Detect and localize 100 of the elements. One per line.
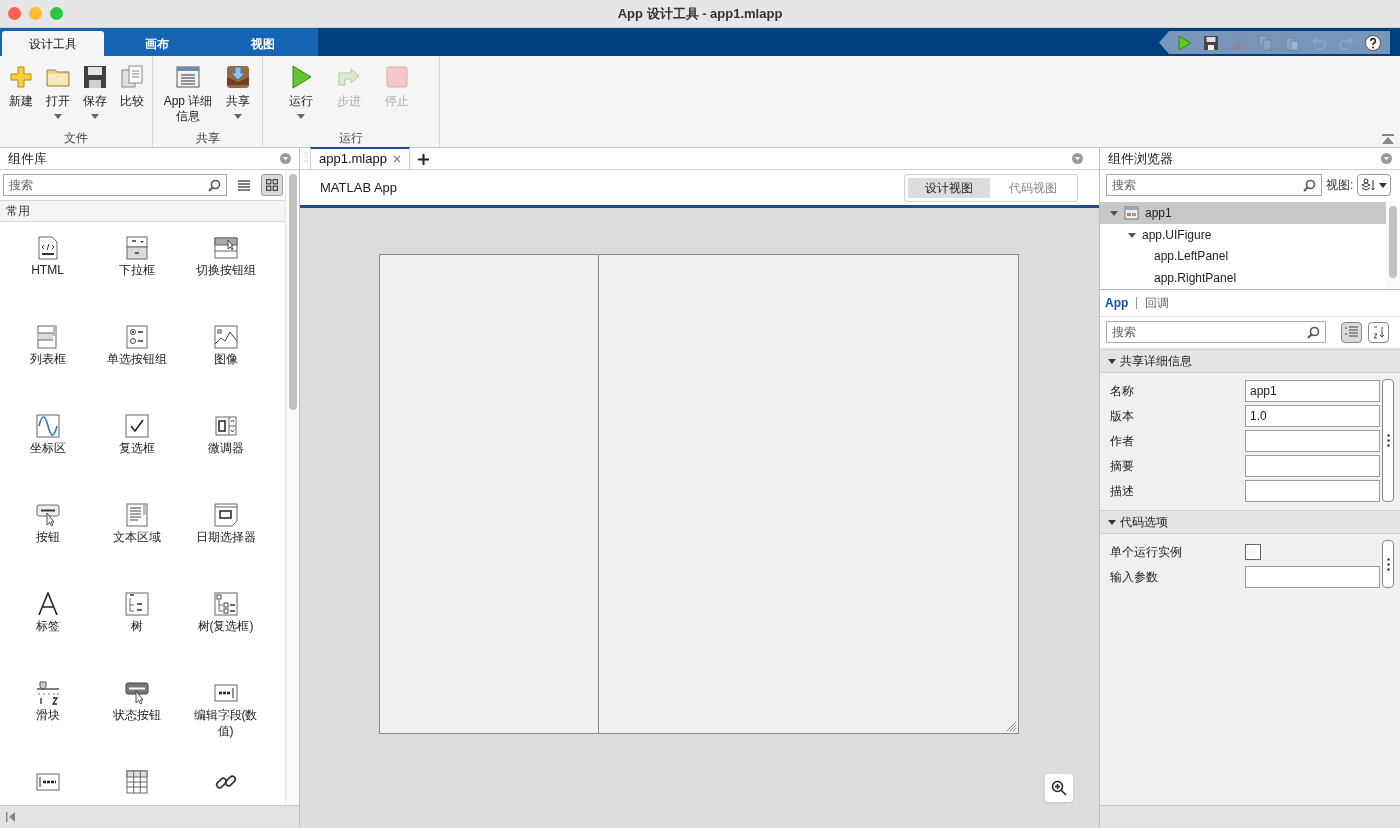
component-item[interactable]: 微调器	[181, 400, 270, 489]
group-label: 运行	[338, 130, 364, 147]
ribbon-button[interactable]: 新建	[2, 65, 39, 129]
view-dropdown[interactable]	[1357, 174, 1392, 196]
scrollbar-thumb[interactable]	[1389, 206, 1397, 278]
ribbon-button[interactable]: 打开	[39, 65, 76, 129]
group-label: 共享	[194, 130, 221, 147]
view-toggle[interactable]: 代码视图	[992, 177, 1074, 198]
scrollbar-thumb[interactable]	[288, 174, 297, 410]
checkbox-icon	[124, 414, 149, 438]
search-icon	[208, 179, 221, 192]
list-box-icon	[35, 325, 60, 349]
group-label: 文件	[63, 130, 89, 147]
tree-item[interactable]: app.UIFigure	[1100, 223, 1386, 246]
numeric-field-icon	[213, 681, 238, 705]
text-field[interactable]: 1.0	[1245, 404, 1380, 427]
copy-icon	[1257, 34, 1273, 51]
maximize-button[interactable]	[50, 7, 63, 20]
text-field-icon	[35, 770, 60, 794]
sine-wave-icon	[35, 414, 60, 438]
caret-icon	[1128, 230, 1136, 239]
text-field[interactable]	[1245, 565, 1380, 588]
caret-icon	[233, 112, 242, 120]
ribbon-tab[interactable]: 画布	[104, 31, 210, 56]
search-field[interactable]: 搜索	[3, 174, 227, 196]
component-item[interactable]: 日期选择器	[181, 489, 270, 578]
component-item[interactable]: 单选按钮组	[92, 311, 181, 400]
window-title: App 设计工具 - app1.mlapp	[616, 4, 784, 23]
property-label: 名称	[1109, 382, 1135, 400]
component-item[interactable]: HTML	[3, 222, 92, 311]
toolbar-button[interactable]	[1202, 33, 1220, 52]
panel-menu-icon	[1072, 152, 1083, 164]
ribbon-tab[interactable]: 设计工具	[2, 31, 104, 56]
component-item[interactable]: 文本区域	[92, 489, 181, 578]
sort-button[interactable]	[1368, 321, 1389, 343]
component-item[interactable]: 图像	[181, 311, 270, 400]
tree-item[interactable]: app1	[1100, 202, 1386, 224]
checkbox[interactable]	[1245, 543, 1261, 560]
view-toggle[interactable]: 设计视图	[908, 177, 990, 198]
paste-icon	[1284, 34, 1300, 51]
dropdown-icon	[124, 236, 149, 260]
text-field[interactable]: app1	[1245, 379, 1380, 402]
close-button[interactable]	[8, 7, 21, 20]
component-item[interactable]: 滑块	[3, 667, 92, 756]
component-item[interactable]: 状态按钮	[92, 667, 181, 756]
tree-item[interactable]: app.LeftPanel	[1100, 245, 1386, 268]
component-item[interactable]: 切换按钮组	[181, 222, 270, 311]
ribbon-button[interactable]: 共享	[219, 65, 256, 129]
grid-view-button[interactable]	[261, 174, 283, 196]
categorized-button[interactable]	[1341, 321, 1362, 343]
component-item[interactable]: 下拉框	[92, 222, 181, 311]
component-item[interactable]: 列表框	[3, 311, 92, 400]
vertical-dots-icon	[1386, 434, 1390, 447]
search-field[interactable]: 搜索	[1106, 174, 1322, 196]
search-field[interactable]: 搜索	[1106, 321, 1326, 343]
zoom-button[interactable]	[1045, 774, 1073, 802]
ribbon-button[interactable]: 运行	[279, 65, 323, 129]
component-item[interactable]: 标签	[3, 578, 92, 667]
component-item[interactable]: 复选框	[92, 400, 181, 489]
component-item[interactable]: 编辑字段(数值)	[181, 667, 270, 756]
ribbon-button[interactable]: App 详细信息	[159, 65, 217, 129]
property-label: 版本	[1109, 407, 1135, 425]
inspector-tab[interactable]: App	[1105, 294, 1129, 312]
table-icon	[124, 770, 149, 794]
help-icon	[1365, 34, 1381, 51]
toolbar-button[interactable]	[1364, 33, 1382, 52]
ribbon-tab[interactable]: 视图	[210, 31, 316, 56]
tree-item[interactable]: app.RightPanel	[1100, 267, 1386, 289]
spinner-icon	[213, 414, 238, 438]
section-header[interactable]: 共享详细信息	[1100, 349, 1400, 373]
component-item[interactable]: 按钮	[3, 489, 92, 578]
document-tab[interactable]: app1.mlapp	[310, 147, 410, 169]
caret-icon	[90, 112, 99, 120]
state-button-icon	[124, 681, 149, 705]
text-field[interactable]	[1245, 454, 1380, 477]
search-icon	[1303, 179, 1316, 192]
panel-title: 组件库	[8, 149, 47, 168]
plus-icon	[8, 65, 33, 89]
code-document-icon	[35, 236, 60, 260]
ribbon-button[interactable]: 比较	[113, 65, 150, 129]
scissors-icon	[1230, 34, 1246, 51]
tree-icon	[124, 592, 149, 616]
search-icon	[1307, 326, 1320, 339]
component-item[interactable]: 树	[92, 578, 181, 667]
list-window-icon	[176, 65, 200, 89]
property-label: 输入参数	[1109, 568, 1159, 586]
more-options-handle[interactable]	[1382, 540, 1394, 588]
section-header[interactable]: 代码选项	[1100, 510, 1400, 534]
component-item[interactable]: 树(复选框)	[181, 578, 270, 667]
property-label: 单个运行实例	[1109, 543, 1183, 561]
section-header: 常用	[0, 200, 286, 222]
text-field[interactable]	[1245, 479, 1380, 502]
panel-title: 组件浏览器	[1108, 149, 1173, 168]
inspector-tab[interactable]: 回调	[1145, 294, 1170, 312]
ribbon-button[interactable]: 保存	[76, 65, 113, 129]
component-item[interactable]: 坐标区	[3, 400, 92, 489]
push-button-icon	[35, 503, 60, 527]
more-options-handle[interactable]	[1382, 379, 1394, 502]
save-icon	[82, 65, 107, 89]
text-field[interactable]	[1245, 429, 1380, 452]
